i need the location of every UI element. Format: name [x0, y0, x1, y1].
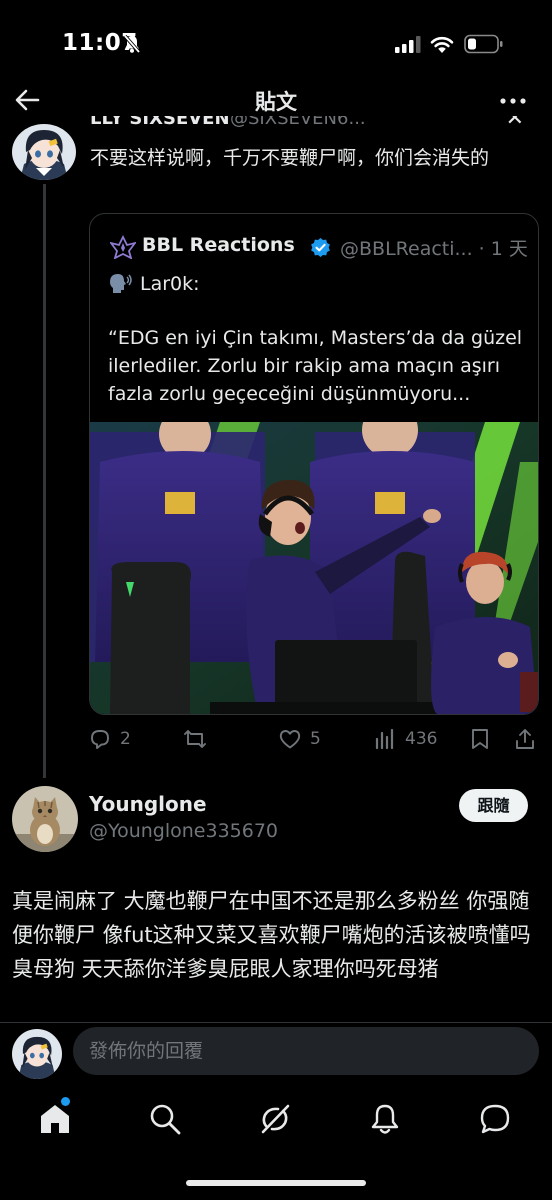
- more-options-icon[interactable]: [498, 86, 528, 116]
- bookmark-action[interactable]: [468, 724, 500, 754]
- like-icon: [279, 730, 301, 749]
- esports-photo-image: [90, 422, 538, 714]
- reply-icon: [91, 730, 109, 749]
- status-bar: 11:07: [0, 0, 552, 80]
- quoted-speaker-name: Lar0k:: [140, 273, 200, 295]
- verified-badge-icon: [311, 237, 330, 258]
- like-count: 5: [310, 729, 321, 749]
- retweet-icon: [184, 730, 206, 748]
- home-icon[interactable]: [38, 1102, 72, 1136]
- reply-action[interactable]: 2: [88, 724, 131, 754]
- parent-avatar[interactable]: [12, 124, 76, 180]
- messages-icon[interactable]: [478, 1102, 512, 1136]
- home-notification-dot: [61, 1097, 70, 1106]
- battery-icon: [464, 34, 503, 54]
- views-action[interactable]: 436: [373, 724, 437, 754]
- quoted-speaker-line: Lar0k:: [108, 272, 200, 295]
- speaking-head-icon: [110, 274, 132, 293]
- current-user-avatar[interactable]: [12, 1029, 62, 1079]
- parent-tweet-text: 不要这样说啊，千万不要鞭尸啊，你们会消失的: [90, 147, 490, 169]
- quoted-tweet-card[interactable]: BBL Reactions @BBLReacti... · 1 天 Lar0k:…: [89, 213, 539, 715]
- views-count: 436: [405, 729, 438, 749]
- silent-bell-icon: [123, 34, 141, 54]
- reply-author-name[interactable]: Younglone: [89, 792, 207, 816]
- quoted-tweet-text: “EDG en iyi Çin takımı, Masters’da da gü…: [108, 327, 523, 405]
- home-indicator: [186, 1180, 366, 1186]
- like-action[interactable]: 5: [278, 724, 321, 754]
- anime-avatar-icon: [12, 124, 76, 180]
- page-title: 貼文: [255, 90, 297, 114]
- bookmark-icon: [472, 729, 488, 749]
- anime-avatar-icon: [12, 1029, 62, 1079]
- reply-tweet-text: 真是闹麻了 大魔也鞭尸在中国不还是那么多粉丝 你强随便你鞭尸 像fut这种又菜又…: [12, 889, 531, 981]
- reply-author-handle[interactable]: @Younglone335670: [89, 820, 278, 842]
- bottom-tab-bar: [0, 1090, 552, 1150]
- bbl-logo-icon: [110, 235, 136, 259]
- parent-author-handle: @SIXSEVEN6...: [230, 116, 366, 129]
- parent-author-name: LLY SIXSEVEN: [90, 116, 230, 129]
- cellular-signal-icon: [395, 36, 421, 53]
- quoted-author-handle: @BBLReacti... · 1 天: [340, 238, 528, 260]
- retweet-action[interactable]: [183, 724, 215, 754]
- views-icon: [375, 728, 394, 750]
- quoted-author-name: BBL Reactions: [142, 234, 295, 256]
- grok-icon[interactable]: [258, 1102, 292, 1136]
- share-icon: [516, 729, 534, 749]
- quoted-tweet-header: BBL Reactions @BBLReacti... · 1 天: [110, 234, 530, 262]
- share-action[interactable]: [513, 724, 545, 754]
- cat-avatar-icon: [12, 786, 78, 852]
- wifi-icon: [430, 36, 454, 53]
- reply-avatar[interactable]: [12, 786, 78, 852]
- x-logo-icon: ✕: [505, 116, 524, 131]
- tweet-action-bar: 2 5 436: [88, 724, 543, 756]
- notifications-icon[interactable]: [368, 1102, 402, 1136]
- thread-line: [43, 184, 46, 778]
- reply-count: 2: [120, 729, 131, 749]
- reply-input[interactable]: 發佈你的回覆: [73, 1027, 539, 1075]
- quoted-tweet-photo[interactable]: [90, 422, 538, 714]
- parent-tweet-header-cut: LLY SIXSEVEN @SIXSEVEN6... ✕: [90, 116, 530, 132]
- follow-button[interactable]: 跟隨: [459, 789, 528, 822]
- compose-bar: 發佈你的回覆: [0, 1022, 552, 1080]
- search-icon[interactable]: [148, 1102, 182, 1136]
